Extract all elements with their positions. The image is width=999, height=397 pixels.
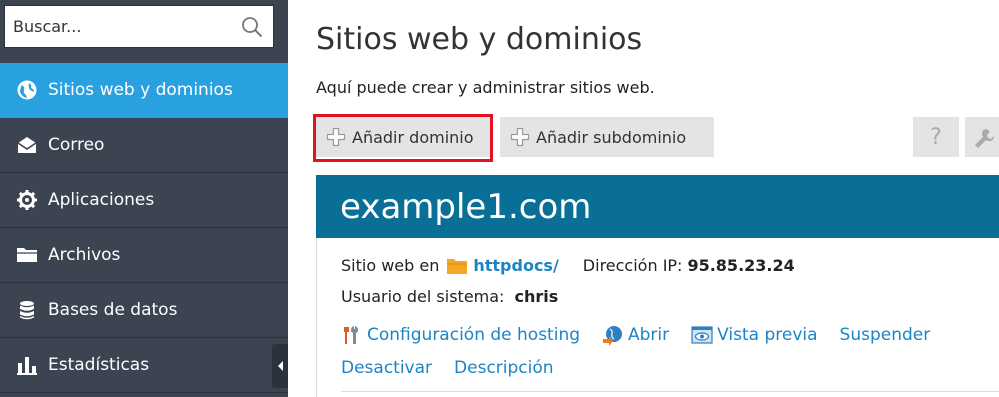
- sidebar-item-applications[interactable]: Aplicaciones: [0, 173, 288, 228]
- hosting-settings-label: Configuración de hosting: [367, 325, 581, 345]
- sidebar-item-statistics[interactable]: Estadísticas: [0, 338, 288, 393]
- preview-link[interactable]: Vista previa: [691, 324, 818, 346]
- sidebar-item-label: Archivos: [48, 245, 121, 265]
- ip-label: Dirección IP:: [582, 256, 683, 275]
- page-description: Aquí puede crear y administrar sitios we…: [316, 78, 655, 97]
- deactivate-link[interactable]: Desactivar: [341, 358, 432, 378]
- page-title: Sitios web y dominios: [316, 22, 643, 57]
- main-content: Sitios web y dominios Aquí puede crear y…: [288, 0, 999, 397]
- open-label: Abrir: [628, 325, 670, 345]
- add-subdomain-label: Añadir subdominio: [536, 127, 687, 147]
- domain-name[interactable]: example1.com: [340, 187, 591, 227]
- description-link[interactable]: Descripción: [454, 358, 554, 378]
- sidebar-collapse-button[interactable]: [272, 344, 288, 388]
- search-icon[interactable]: [241, 16, 263, 38]
- system-user-label: Usuario del sistema:: [341, 287, 505, 306]
- sidebar-nav: Sitios web y dominios Correo Aplicacione…: [0, 63, 288, 393]
- sidebar-item-label: Correo: [48, 135, 105, 155]
- plus-icon: [510, 127, 530, 147]
- hosting-settings-link[interactable]: Configuración de hosting: [341, 324, 580, 346]
- database-icon: [20, 301, 34, 320]
- domain-card-header: example1.com: [316, 175, 999, 238]
- sidebar-item-files[interactable]: Archivos: [0, 228, 288, 283]
- envelope-icon: [17, 137, 37, 153]
- ip-value: 95.85.23.24: [687, 256, 795, 275]
- add-domain-button[interactable]: Añadir dominio: [316, 117, 490, 157]
- tools-button[interactable]: [965, 117, 999, 157]
- sidebar-item-mail[interactable]: Correo: [0, 118, 288, 173]
- help-button[interactable]: ?: [913, 117, 959, 157]
- plus-icon: [326, 127, 346, 147]
- tools-icon: [344, 326, 358, 344]
- open-globe-icon: [603, 326, 623, 346]
- domain-card-body: Sitio web en httpdocs/ Dirección IP: 95.…: [316, 238, 999, 397]
- add-domain-label: Añadir dominio: [352, 127, 474, 147]
- help-icon: ?: [930, 124, 942, 150]
- sidebar-item-label: Estadísticas: [48, 355, 150, 375]
- gear-icon: [17, 190, 37, 210]
- bar-chart-icon: [17, 357, 37, 375]
- sidebar-item-databases[interactable]: Bases de datos: [0, 283, 288, 338]
- docroot-link[interactable]: httpdocs/: [473, 256, 558, 275]
- divider: [341, 391, 999, 392]
- search-input[interactable]: [13, 6, 233, 47]
- sidebar-item-label: Sitios web y dominios: [48, 80, 233, 100]
- system-user-row: Usuario del sistema: chris: [341, 287, 558, 306]
- add-subdomain-button[interactable]: Añadir subdominio: [500, 117, 714, 157]
- website-info-row: Sitio web en httpdocs/ Dirección IP: 95.…: [341, 256, 795, 275]
- sidebar-item-label: Bases de datos: [48, 300, 178, 320]
- open-link[interactable]: Abrir: [602, 324, 669, 346]
- folder-icon: [447, 258, 468, 274]
- globe-icon: [17, 80, 37, 100]
- wrench-icon: [975, 129, 994, 148]
- system-user-value: chris: [514, 287, 559, 306]
- preview-label: Vista previa: [717, 325, 818, 345]
- chevron-left-icon: [278, 361, 283, 371]
- sidebar-item-label: Aplicaciones: [48, 190, 155, 210]
- domain-actions-secondary: Desactivar Descripción: [341, 358, 576, 378]
- folder-icon: [17, 248, 37, 262]
- domain-actions: Configuración de hosting Abrir Vista pre…: [341, 324, 952, 346]
- search-box: [4, 5, 274, 48]
- eye-icon: [691, 326, 713, 344]
- sidebar-item-websites-domains[interactable]: Sitios web y dominios: [0, 63, 288, 118]
- sidebar: Sitios web y dominios Correo Aplicacione…: [0, 0, 288, 397]
- suspend-link[interactable]: Suspender: [840, 325, 931, 345]
- website-in-label: Sitio web en: [341, 256, 440, 275]
